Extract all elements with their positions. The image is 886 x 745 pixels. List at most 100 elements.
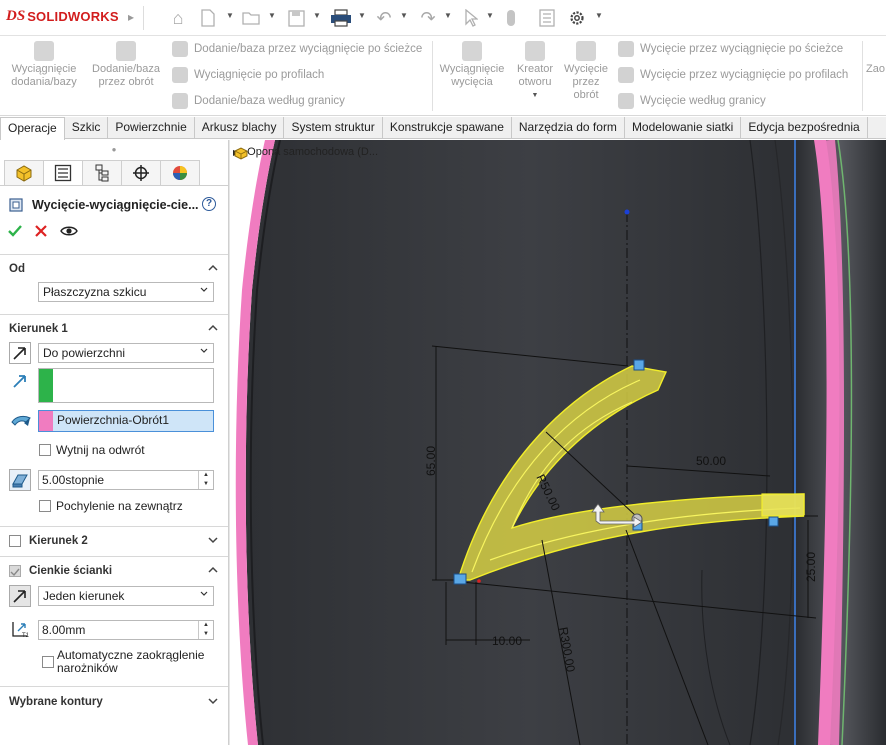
swept-cut-button[interactable]: Wycięcie przez wyciągnięcie po ścieżce: [618, 41, 843, 57]
graphics-viewport[interactable]: ▶ Opona samochodowa (D... 65.00 R50.00 5…: [230, 140, 886, 745]
boundary-boss-button[interactable]: Dodanie/baza według granicy: [172, 93, 345, 109]
boss-extrude-button[interactable]: Wyciągnięcie dodania/bazy: [6, 41, 82, 89]
dimension-25[interactable]: 25.00: [804, 552, 818, 582]
boundary-cut-button[interactable]: Wycięcie według granicy: [618, 93, 766, 109]
draft-outward-label: Pochylenie na zewnątrz: [56, 499, 183, 513]
boundary-cut-label: Wycięcie według granicy: [640, 95, 766, 107]
direction2-checkbox[interactable]: [9, 535, 21, 547]
ok-check-icon[interactable]: [8, 224, 22, 238]
lofted-cut-label: Wycięcie przez wyciągnięcie po profilach: [640, 69, 849, 81]
draft-angle-field[interactable]: 5.00stopnie ▲ ▼: [38, 470, 214, 490]
open-icon[interactable]: [240, 6, 264, 30]
home-icon[interactable]: ⌂: [166, 6, 190, 30]
lofted-boss-button[interactable]: Wyciągnięcie po profilach: [172, 67, 324, 83]
tab-display-manager[interactable]: [160, 160, 200, 185]
chevron-up-icon[interactable]: [208, 565, 218, 575]
preview-eye-icon[interactable]: [60, 225, 78, 237]
chevron-down-icon[interactable]: [208, 535, 218, 545]
draft-toggle-button[interactable]: [9, 469, 31, 491]
cancel-x-icon[interactable]: [34, 224, 48, 238]
lofted-cut-button[interactable]: Wycięcie przez wyciągnięcie po profilach: [618, 67, 848, 83]
toolbar-divider: [143, 6, 144, 30]
new-dropdown-icon[interactable]: ▼: [226, 11, 234, 20]
surface-selection-box[interactable]: Powierzchnia-Obrót1: [38, 410, 214, 432]
zoom-button[interactable]: Zao: [866, 63, 886, 76]
model-canvas[interactable]: [230, 140, 886, 745]
flip-side-label: Wytnij na odwrót: [56, 443, 145, 457]
tab-edycja-bezpośrednia[interactable]: Edycja bezpośrednia: [741, 117, 868, 139]
end-condition-select[interactable]: Do powierzchni: [38, 343, 214, 363]
tab-dimxpert-manager[interactable]: [121, 160, 161, 185]
configuration-manager-icon: [95, 164, 109, 182]
solidworks-logo[interactable]: DS SOLIDWORKS: [6, 8, 119, 25]
thin-reverse-button[interactable]: [9, 585, 31, 607]
draft-outward-checkbox[interactable]: [39, 500, 51, 512]
chevron-down-icon[interactable]: [208, 696, 218, 706]
point-handle[interactable]: [453, 573, 467, 585]
flip-side-checkbox[interactable]: [39, 444, 51, 456]
tab-arkusz-blachy[interactable]: Arkusz blachy: [195, 117, 285, 139]
thickness-spinner[interactable]: ▲ ▼: [198, 621, 213, 639]
command-tabs: Operacje Szkic Powierzchnie Arkusz blachy Sy…: [0, 117, 886, 140]
thin-feature-checkbox[interactable]: [9, 565, 21, 577]
undo-dropdown-icon[interactable]: ▼: [400, 11, 408, 20]
dimension-50[interactable]: 50.00: [696, 454, 726, 468]
help-icon[interactable]: ?: [202, 197, 216, 211]
dimension-10[interactable]: 10.00: [492, 634, 522, 648]
revolve-boss-button[interactable]: Dodanie/baza przez obrót: [86, 41, 166, 89]
ribbon-divider: [862, 41, 863, 111]
tab-szkic[interactable]: Szkic: [65, 117, 109, 139]
spin-up-icon[interactable]: ▲: [199, 471, 213, 480]
boss-extrude-label: Wyciągnięcie dodania/bazy: [11, 63, 77, 88]
revolved-cut-button[interactable]: Wycięcie przez obrót: [562, 41, 610, 102]
extruded-cut-button[interactable]: Wyciągnięcie wycięcia: [436, 41, 508, 89]
swept-boss-button[interactable]: Dodanie/baza przez wyciągnięcie po ścież…: [172, 41, 422, 57]
settings-dropdown-icon[interactable]: ▼: [595, 11, 603, 20]
print-icon[interactable]: [328, 6, 354, 30]
from-select[interactable]: Płaszczyzna szkicu: [38, 282, 214, 302]
new-icon[interactable]: [198, 6, 218, 30]
dimension-65[interactable]: 65.00: [424, 446, 438, 476]
rebuild-icon[interactable]: [500, 6, 522, 30]
logo-menu-arrow-icon[interactable]: ▸: [128, 10, 134, 24]
redo-dropdown-icon[interactable]: ▼: [444, 11, 452, 20]
point-handle[interactable]: [768, 516, 779, 527]
zoom-label: Zao: [866, 63, 885, 75]
tab-konstrukcje-spawane[interactable]: Konstrukcje spawane: [383, 117, 512, 139]
tab-powierzchnie[interactable]: Powierzchnie: [108, 117, 195, 139]
redo-icon[interactable]: ↷: [416, 6, 440, 30]
display-manager-icon: [173, 166, 187, 180]
spin-up-icon[interactable]: ▲: [199, 621, 213, 630]
tab-property-manager[interactable]: [43, 160, 83, 185]
direction-face-selection-box[interactable]: [38, 368, 214, 403]
select-icon[interactable]: [460, 6, 482, 30]
spin-down-icon[interactable]: ▼: [199, 480, 213, 489]
auto-fillet-checkbox[interactable]: [42, 656, 54, 668]
open-dropdown-icon[interactable]: ▼: [268, 11, 276, 20]
spin-down-icon[interactable]: ▼: [199, 630, 213, 639]
save-icon[interactable]: [284, 6, 308, 30]
settings-icon[interactable]: [566, 6, 588, 30]
hole-wizard-button[interactable]: Kreator otworu ▼: [510, 41, 560, 102]
confirm-row: [8, 224, 78, 238]
chevron-up-icon[interactable]: [208, 263, 218, 273]
tab-modelowanie-siatki[interactable]: Modelowanie siatki: [625, 117, 742, 139]
point-handle[interactable]: [633, 359, 645, 371]
select-dropdown-icon[interactable]: ▼: [486, 11, 494, 20]
tab-operacje[interactable]: Operacje: [0, 117, 65, 140]
reverse-direction-button[interactable]: [9, 342, 31, 364]
tab-system-struktur[interactable]: System struktur: [284, 117, 383, 139]
thickness-field[interactable]: 8.00mm ▲ ▼: [38, 620, 214, 640]
tab-feature-manager[interactable]: [4, 160, 44, 185]
tab-narzędzia-do-form[interactable]: Narzędzia do form: [512, 117, 625, 139]
tab-configuration-manager[interactable]: [82, 160, 122, 185]
chevron-up-icon[interactable]: [208, 323, 218, 333]
save-dropdown-icon[interactable]: ▼: [313, 11, 321, 20]
draft-angle-spinner[interactable]: ▲ ▼: [198, 471, 213, 489]
panel-grip-handle[interactable]: ●: [0, 140, 228, 160]
print-dropdown-icon[interactable]: ▼: [358, 11, 366, 20]
feature-tree-flyout[interactable]: ▶ Opona samochodowa (D...: [233, 146, 378, 160]
undo-icon[interactable]: ↶: [372, 6, 396, 30]
options-list-icon[interactable]: [536, 6, 558, 30]
thin-type-select[interactable]: Jeden kierunek: [38, 586, 214, 606]
